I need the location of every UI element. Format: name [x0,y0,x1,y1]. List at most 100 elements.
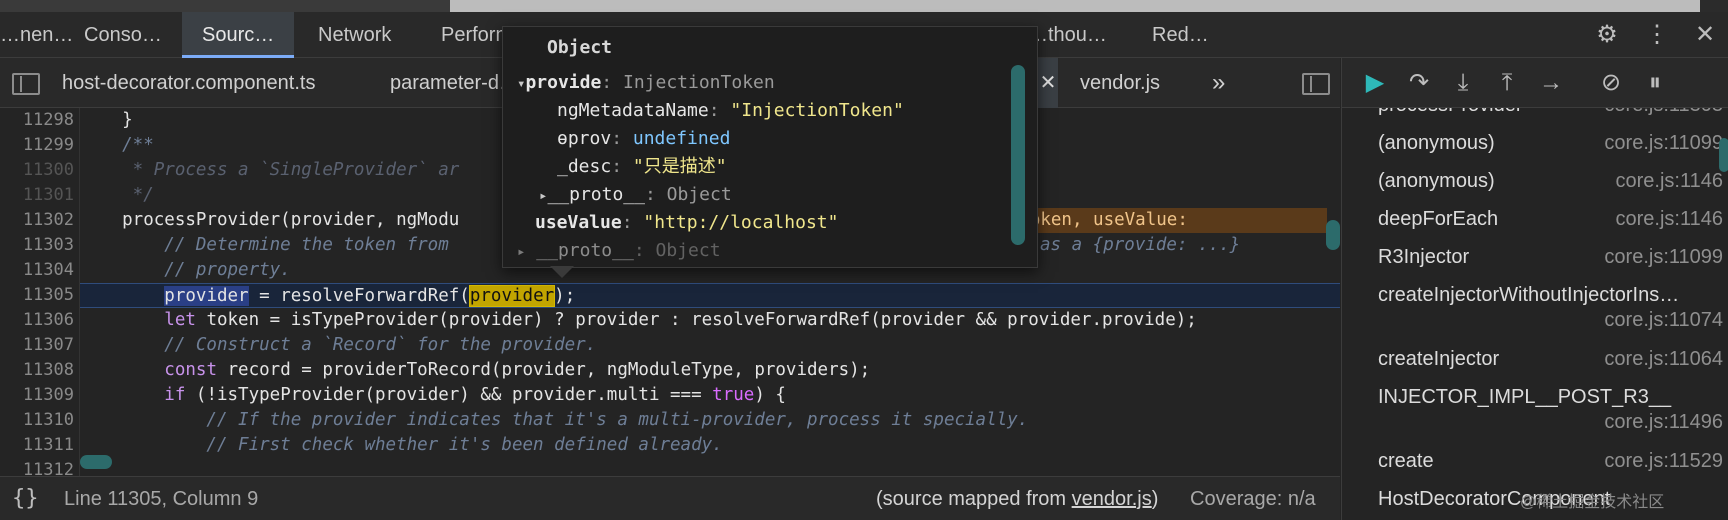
source-map-prefix: (source mapped from [876,488,1072,510]
property-value: "InjectionToken" [730,100,904,121]
file-tab-vendor[interactable]: vendor.js [1080,58,1160,108]
keyword: let [164,310,196,330]
code-text: token = isTypeProvider(provider) ? provi… [195,310,1197,330]
call-stack-frame[interactable]: (anonymous) core.js:11099 [1378,124,1723,162]
step-into-icon[interactable]: ⤓ [1448,68,1478,98]
file-tab-host-decorator[interactable]: host-decorator.component.ts [62,58,315,108]
property-key: __proto__ [547,184,645,205]
property-usevalue[interactable]: useValue: "http://localhost" [535,209,838,237]
property-provide[interactable]: ▾provide: InjectionToken [517,69,775,97]
frame-location: core.js:11074 [1604,309,1723,331]
keyword: if [164,385,186,405]
frame-function: processProvider [1378,108,1523,116]
property-ngmetadataname[interactable]: ngMetadataName: "InjectionToken" [557,97,904,125]
code-line: // If the provider indicates that it's a… [80,408,1340,433]
tab-console[interactable]: Conso… [84,12,162,58]
line-number[interactable]: 11304 [0,258,74,283]
property-value: "http://localhost" [643,212,839,233]
line-number[interactable]: 11311 [0,433,74,458]
comment-text: * Process a `SingleProvider` ar [80,160,460,180]
call-stack-frame[interactable]: createInjectorWithoutInjectorIns… core.js… [1378,276,1723,332]
line-number[interactable]: 11305 [0,283,74,308]
property-key: provide [525,72,602,93]
comment-text: */ [80,185,154,205]
call-stack-frame[interactable]: createInjector core.js:11064 [1378,340,1723,378]
comment-tail: as a {provide: ...} [1040,235,1241,255]
tab-network[interactable]: Network [318,12,391,58]
coverage-status: Coverage: n/a [1190,488,1316,510]
comment-text: // First check whether it's been defined… [80,435,723,455]
popover-scrollbar[interactable] [1011,65,1025,245]
object-preview-popover: Object ▾provide: InjectionToken ngMetada… [502,26,1038,268]
call-stack: processProvider core.js:11303 (anonymous)… [1342,108,1728,520]
line-number[interactable]: 11309 [0,383,74,408]
call-stack-frame[interactable]: processProvider core.js:11303 [1378,108,1723,124]
close-file-icon[interactable]: ✕ [1038,58,1058,108]
window-top-strip [0,0,1728,12]
tab-sources[interactable]: Sourc… [182,12,295,58]
kebab-icon[interactable]: ⋮ [1642,20,1672,50]
code-line: // First check whether it's been defined… [80,433,1340,458]
frame-function: (anonymous) [1378,170,1495,192]
sidebar-scrollbar[interactable] [1719,138,1728,172]
line-number[interactable]: 11310 [0,408,74,433]
status-bar: {} Line 11305, Column 9 (source mapped f… [0,476,1340,520]
hovered-variable[interactable]: provider [468,285,556,307]
source-map-info: (source mapped from vendor.js) [876,477,1158,520]
line-number[interactable]: 11298 [0,108,74,133]
line-number[interactable]: 11302 [0,208,74,233]
comment-text: // If the provider indicates that it's a… [80,410,1029,430]
frame-location: core.js:11496 [1604,411,1723,433]
step-icon[interactable]: → [1536,68,1566,98]
property-proto-root[interactable]: ▸ __proto__: Object [517,237,721,265]
frame-location: core.js:1146 [1615,208,1723,230]
property-key: useValue [535,212,622,233]
toggle-debugger-icon[interactable] [1302,73,1330,95]
selected-variable[interactable]: provider [164,286,249,306]
deactivate-breakpoints-icon[interactable]: ⊘ [1596,68,1626,98]
toggle-navigator-icon[interactable] [12,73,40,95]
collapsed-triangle-icon[interactable]: ▸ [517,244,525,260]
comment-text: // Determine the token from [80,235,449,255]
line-number[interactable]: 11307 [0,333,74,358]
current-execution-line: provider = resolveForwardRef(provider); [80,283,1340,308]
comment-text: // property. [80,260,291,280]
frame-function: createInjectorWithoutInjectorIns… [1378,284,1680,306]
line-number[interactable]: 11299 [0,133,74,158]
code-line: const record = providerToRecord(provider… [80,358,1340,383]
property-key: _desc [557,156,612,177]
property-proto[interactable]: ▸__proto__: Object [539,181,732,209]
step-over-icon[interactable]: ↷ [1404,68,1434,98]
editor-horizontal-scrollbar[interactable] [80,455,112,469]
line-number[interactable]: 11306 [0,308,74,333]
line-number[interactable]: 11301 [0,183,74,208]
line-number[interactable]: 11303 [0,233,74,258]
file-tab-parameter[interactable]: parameter-d… [390,58,519,108]
frame-function: createInjector [1378,348,1500,370]
gear-icon[interactable]: ⚙ [1592,20,1622,50]
call-stack-frame[interactable]: create core.js:11529 [1378,442,1723,480]
call-stack-frame[interactable]: INJECTOR_IMPL__POST_R3__ core.js:11496 [1378,378,1723,434]
call-stack-frame[interactable]: deepForEach core.js:1146 [1378,200,1723,238]
keyword: const [164,360,217,380]
frame-function: deepForEach [1378,208,1499,230]
comment-text: /** [80,135,154,155]
line-number[interactable]: 11300 [0,158,74,183]
property-prov[interactable]: ɵprov: undefined [557,125,730,153]
more-tabs-icon[interactable]: » [1212,58,1225,108]
pretty-print-icon[interactable]: {} [12,477,39,520]
tab-lighthouse[interactable]: …thou… [1028,12,1107,58]
pause-on-exceptions-icon[interactable]: ⏸ [1640,68,1670,98]
resume-icon[interactable]: ▶ [1360,68,1390,98]
tab-components[interactable]: …nen… [0,12,73,58]
close-icon[interactable]: ✕ [1690,20,1720,50]
step-out-icon[interactable]: ⤒ [1492,68,1522,98]
call-stack-frame[interactable]: R3Injector core.js:11099 [1378,238,1723,276]
line-number[interactable]: 11308 [0,358,74,383]
source-map-link[interactable]: vendor.js [1072,488,1152,510]
property-key: ɵprov [557,128,612,149]
property-desc[interactable]: _desc: "只是描述" [557,153,727,181]
tab-redux[interactable]: Red… [1152,12,1209,58]
editor-vertical-scrollbar[interactable] [1326,220,1340,250]
call-stack-frame[interactable]: (anonymous) core.js:1146 [1378,162,1723,200]
